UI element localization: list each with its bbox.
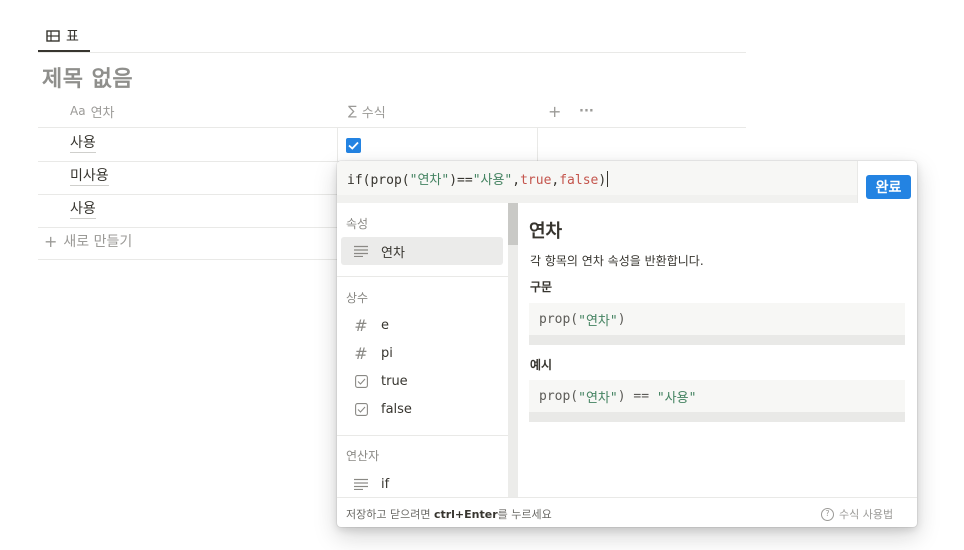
sigma-icon: ∑ xyxy=(348,103,357,119)
syntax-code: prop("연차") xyxy=(529,303,905,335)
help-icon: ? xyxy=(821,507,834,521)
list-item-label: pi xyxy=(381,345,393,361)
hint-keys: ctrl+Enter xyxy=(433,508,498,521)
code-token: , xyxy=(512,173,521,188)
list-item-label: 연차 xyxy=(381,245,405,261)
doc-syntax-heading: 구문 xyxy=(530,280,553,294)
code-token: ) xyxy=(598,173,607,188)
section-title-properties: 속성 xyxy=(346,217,369,231)
new-row-button[interactable]: + 새로 만들기 xyxy=(44,231,132,251)
doc-description: 각 항목의 연차 속성을 반환합니다. xyxy=(530,254,704,268)
list-scrollbar-thumb[interactable] xyxy=(508,203,518,245)
table-row[interactable]: 미사용 xyxy=(70,161,109,193)
code-scrollbar[interactable] xyxy=(529,335,905,345)
checkbox-icon xyxy=(341,402,381,416)
code-token: "연차" xyxy=(578,390,618,406)
row-name: 사용 xyxy=(70,201,96,219)
row-name: 미사용 xyxy=(70,168,109,186)
formula-input[interactable]: if(prop("연차")=="사용",true,false) xyxy=(337,161,857,195)
list-scrollbar[interactable] xyxy=(508,203,518,497)
list-item-constant[interactable]: true xyxy=(341,367,503,395)
formula-editor-popup: if(prop("연차")=="사용",true,false) 완료 속성 연차… xyxy=(337,161,917,527)
code-token: prop( xyxy=(539,311,579,327)
list-item-constant[interactable]: # e xyxy=(341,311,503,339)
divider xyxy=(857,161,858,203)
list-item-constant[interactable]: false xyxy=(341,395,503,423)
divider xyxy=(38,52,746,53)
done-button[interactable]: 완료 xyxy=(866,175,911,199)
code-token: )== xyxy=(449,173,473,188)
divider xyxy=(337,435,508,436)
list-item-label: if xyxy=(381,476,390,492)
divider xyxy=(337,127,338,161)
table-icon xyxy=(46,30,60,42)
help-label: 수식 사용법 xyxy=(839,508,894,521)
footer-hint: 저장하고 닫으려면 ctrl+Enter를 누르세요 xyxy=(346,506,552,522)
plus-icon: + xyxy=(44,231,58,251)
divider xyxy=(337,276,508,277)
list-item-label: false xyxy=(381,401,412,417)
divider xyxy=(38,259,338,260)
page-title[interactable]: 제목 없음 xyxy=(42,61,133,93)
text-lines-icon xyxy=(341,245,381,257)
table-row[interactable]: 사용 xyxy=(70,128,96,160)
more-options-button[interactable]: ··· xyxy=(579,96,594,126)
view-tab-label: 표 xyxy=(66,29,79,45)
hint-prefix: 저장하고 닫으려면 xyxy=(346,508,434,521)
divider xyxy=(337,497,917,498)
new-row-label: 새로 만들기 xyxy=(63,234,133,250)
code-token: "사용" xyxy=(472,173,513,188)
column-header-label: 수식 xyxy=(361,105,386,121)
code-token: ) == xyxy=(617,388,657,404)
code-scrollbar[interactable] xyxy=(529,412,905,422)
code-token: "사용" xyxy=(656,390,697,406)
doc-example-heading: 예시 xyxy=(530,358,553,372)
text-lines-icon xyxy=(341,478,381,490)
code-token: ) xyxy=(617,311,626,327)
view-tab-table[interactable]: 표 xyxy=(38,20,87,52)
code-token: prop( xyxy=(539,388,579,404)
add-column-button[interactable]: + xyxy=(548,96,561,126)
hash-icon: # xyxy=(354,343,368,363)
hint-suffix: 를 누르세요 xyxy=(497,508,552,521)
example-code: prop("연차") == "사용" xyxy=(529,380,905,412)
column-header-label: 연차 xyxy=(90,105,115,121)
code-token: if(prop( xyxy=(347,173,410,188)
text-type-icon: Aa xyxy=(70,104,86,118)
code-token: "연차" xyxy=(409,173,450,188)
formula-text: if(prop("연차")=="사용",true,false) xyxy=(347,169,609,188)
column-header-formula[interactable]: ∑ 수식 xyxy=(348,96,386,126)
hash-icon: # xyxy=(354,315,368,335)
row-name: 사용 xyxy=(70,135,96,153)
list-item-property[interactable]: 연차 xyxy=(341,237,503,265)
list-item-operator[interactable]: if xyxy=(341,470,503,498)
text-caret xyxy=(607,171,609,187)
column-header-name[interactable]: Aa 연차 xyxy=(70,96,114,126)
code-token: true xyxy=(520,173,552,188)
formula-horizontal-scrollbar[interactable] xyxy=(337,195,857,203)
formula-help-link[interactable]: ? 수식 사용법 xyxy=(821,506,893,522)
section-title-constants: 상수 xyxy=(346,291,369,305)
list-item-label: true xyxy=(381,373,408,389)
doc-title: 연차 xyxy=(529,221,563,242)
table-row[interactable]: 사용 xyxy=(70,194,96,226)
code-token: "연차" xyxy=(578,313,618,329)
list-item-label: e xyxy=(381,317,389,333)
divider xyxy=(537,127,538,161)
check-icon xyxy=(348,141,359,150)
divider xyxy=(38,127,746,128)
section-title-operators: 연산자 xyxy=(346,449,380,463)
code-token: false xyxy=(559,173,599,188)
checkbox-icon xyxy=(341,374,381,388)
list-item-constant[interactable]: # pi xyxy=(341,339,503,367)
formula-checkbox xyxy=(346,138,361,153)
